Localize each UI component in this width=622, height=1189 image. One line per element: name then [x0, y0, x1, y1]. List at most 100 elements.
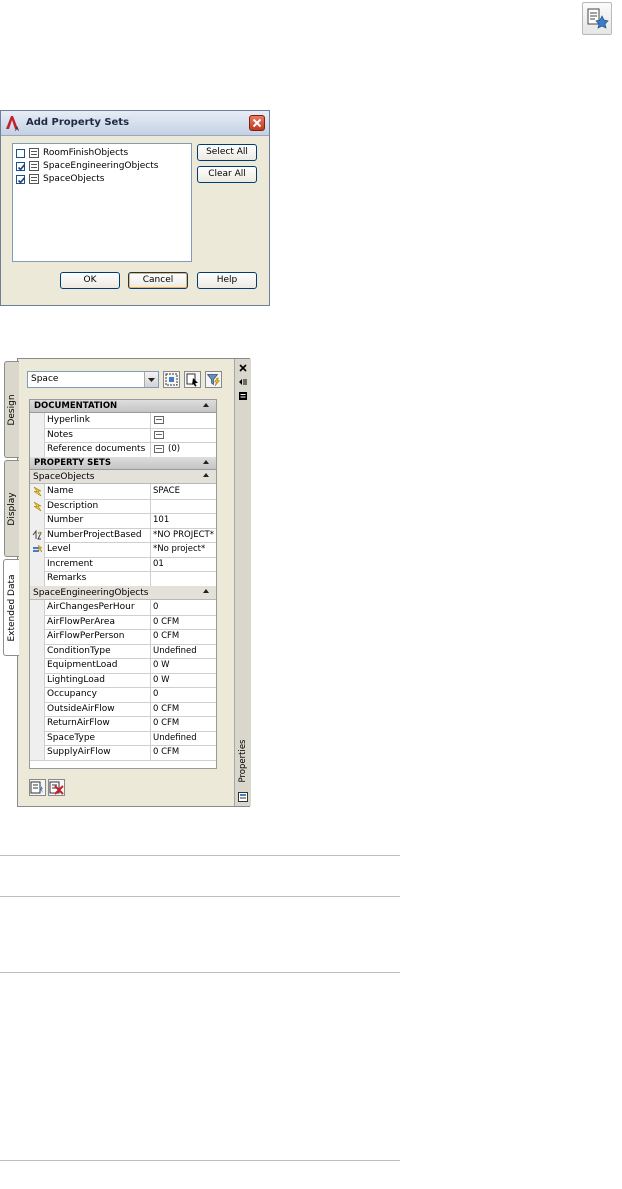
select-all-button[interactable]: Select All [197, 144, 257, 161]
collapse-icon[interactable] [203, 473, 209, 477]
table-row[interactable]: SpaceType Undefined [30, 730, 216, 746]
property-value: (0) [168, 444, 181, 454]
properties-palette: Design Display Extended Data Space DOCUM… [3, 358, 251, 807]
remove-property-sets-button[interactable] [48, 779, 65, 796]
level-icon [33, 544, 43, 553]
property-name: Remarks [47, 573, 87, 583]
chevron-down-icon[interactable] [144, 372, 158, 387]
property-set-list[interactable]: RoomFinishObjects SpaceEngineeringObject… [12, 143, 192, 262]
table-row[interactable]: Description [30, 498, 216, 514]
tab-design[interactable]: Design [4, 361, 19, 458]
table-row[interactable]: Occupancy 0 [30, 687, 216, 703]
add-property-sets-button[interactable] [29, 779, 46, 796]
property-name: ReturnAirFlow [47, 718, 110, 728]
notes-edit-icon[interactable] [154, 430, 164, 439]
property-name: Level [47, 544, 71, 554]
autocad-logo-icon: A [4, 114, 22, 133]
property-name: Increment [47, 558, 93, 569]
list-item[interactable]: RoomFinishObjects [16, 147, 191, 160]
table-row[interactable]: LightingLoad 0 W [30, 672, 216, 688]
table-row[interactable]: Notes [30, 427, 216, 443]
cancel-button[interactable]: Cancel [128, 272, 188, 289]
separator-line [0, 855, 400, 856]
table-row[interactable]: Hyperlink [30, 413, 216, 429]
collapse-icon[interactable] [203, 589, 209, 593]
property-value: Undefined [153, 645, 197, 656]
add-property-sets-toolbar-icon[interactable] [582, 2, 612, 35]
documentation-section-header[interactable]: DOCUMENTATION [30, 400, 216, 413]
remove-property-sets-icon [49, 781, 64, 795]
table-row[interactable]: AirFlowPerArea 0 CFM [30, 614, 216, 630]
clear-all-button[interactable]: Clear All [197, 166, 257, 183]
property-name: AirFlowPerPerson [47, 631, 125, 641]
table-row[interactable]: NumberProjectBased *NO PROJECT* [30, 527, 216, 543]
property-value: SPACE [153, 486, 180, 496]
pick-cursor-icon [186, 373, 198, 387]
space-objects-group-header[interactable]: SpaceObjects [30, 470, 216, 484]
property-name: AirFlowPerArea [47, 616, 115, 627]
section-title: PROPERTY SETS [34, 458, 111, 468]
table-row[interactable]: Increment 01 [30, 556, 216, 572]
tab-extended-data[interactable]: Extended Data [3, 559, 19, 656]
list-item[interactable]: SpaceEngineeringObjects [16, 160, 191, 173]
ok-button[interactable]: OK [60, 272, 120, 289]
lightning-icon [33, 501, 42, 511]
table-row[interactable]: Number 101 [30, 513, 216, 529]
list-item[interactable]: SpaceObjects [16, 173, 191, 186]
reference-documents-icon[interactable] [154, 445, 164, 453]
table-row[interactable]: AirFlowPerPerson 0 CFM [30, 629, 216, 645]
tab-display[interactable]: Display [4, 460, 19, 557]
auto-number-icon [32, 529, 42, 539]
add-property-sets-icon [30, 781, 43, 794]
table-row[interactable]: Name SPACE [30, 484, 216, 500]
space-engineering-objects-group-header[interactable]: SpaceEngineeringObjects [30, 586, 216, 600]
help-button[interactable]: Help [197, 272, 257, 289]
close-button[interactable] [249, 115, 265, 131]
tab-label: Display [7, 491, 17, 526]
selected-object-type: Space [31, 374, 59, 384]
property-name: LightingLoad [47, 674, 105, 685]
property-sets-section-header[interactable]: PROPERTY SETS [30, 457, 216, 470]
dialog-title: Add Property Sets [26, 117, 130, 128]
property-name: OutsideAirFlow [47, 703, 115, 714]
property-value: 101 [153, 515, 170, 525]
table-row[interactable]: SupplyAirFlow 0 CFM [30, 745, 216, 761]
close-icon [252, 118, 262, 128]
hyperlink-edit-icon[interactable] [154, 416, 164, 424]
property-name: AirChangesPerHour [47, 602, 135, 612]
collapse-icon[interactable] [203, 460, 209, 464]
checkbox-space-objects[interactable] [16, 175, 26, 184]
collapse-icon[interactable] [203, 403, 209, 407]
quick-select-button[interactable] [184, 371, 201, 388]
select-objects-button[interactable] [163, 371, 180, 388]
close-icon[interactable] [238, 363, 248, 373]
table-row[interactable]: ReturnAirFlow 0 CFM [30, 716, 216, 732]
property-name: NumberProjectBased [47, 529, 142, 540]
dialog-title-bar[interactable]: A Add Property Sets [1, 111, 269, 136]
property-value: 0 CFM [153, 703, 180, 714]
lightning-icon [33, 486, 42, 497]
property-value: 0 W [153, 674, 170, 685]
property-name: Description [47, 500, 99, 511]
table-row[interactable]: AirChangesPerHour 0 [30, 600, 216, 616]
palette-menu-icon[interactable] [238, 391, 248, 401]
table-row[interactable]: Reference documents (0) [30, 442, 216, 458]
table-row[interactable]: Level *No project* [30, 542, 216, 558]
palette-title: Properties [235, 734, 251, 788]
object-type-select[interactable]: Space [27, 371, 159, 388]
separator-line [0, 896, 400, 897]
table-row[interactable]: EquipmentLoad 0 W [30, 658, 216, 674]
property-name: SpaceType [47, 732, 96, 743]
table-row[interactable]: ConditionType Undefined [30, 643, 216, 659]
table-row[interactable]: OutsideAirFlow 0 CFM [30, 701, 216, 717]
filter-button[interactable] [205, 371, 222, 388]
auto-hide-icon[interactable] [238, 377, 248, 387]
property-sets-icon [587, 8, 609, 29]
palette-side-strip: Properties [234, 359, 251, 806]
checkbox-space-engineering-objects[interactable] [16, 162, 26, 171]
checkmark-icon [17, 177, 26, 184]
property-value: *NO PROJECT* [153, 529, 214, 540]
property-set-icon [29, 161, 39, 171]
checkbox-room-finish-objects[interactable] [16, 149, 25, 158]
table-row[interactable]: Remarks [30, 571, 216, 587]
